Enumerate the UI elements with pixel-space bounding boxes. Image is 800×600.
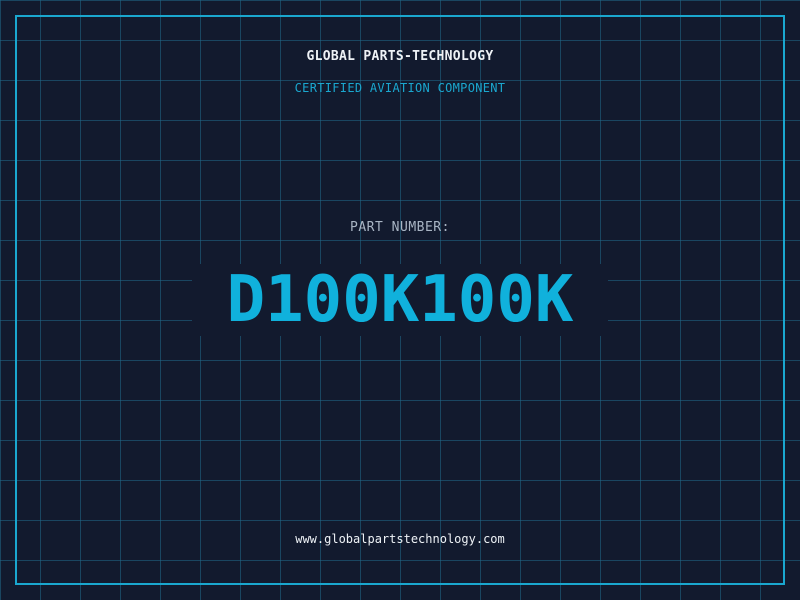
part-number-value: D100K100K (192, 264, 608, 336)
part-number-label: PART NUMBER: (350, 220, 450, 235)
certification-tagline: CERTIFIED AVIATION COMPONENT (294, 81, 506, 95)
website-url: www.globalpartstechnology.com (295, 532, 505, 546)
brand-title: GLOBAL PARTS-TECHNOLOGY (306, 49, 494, 64)
